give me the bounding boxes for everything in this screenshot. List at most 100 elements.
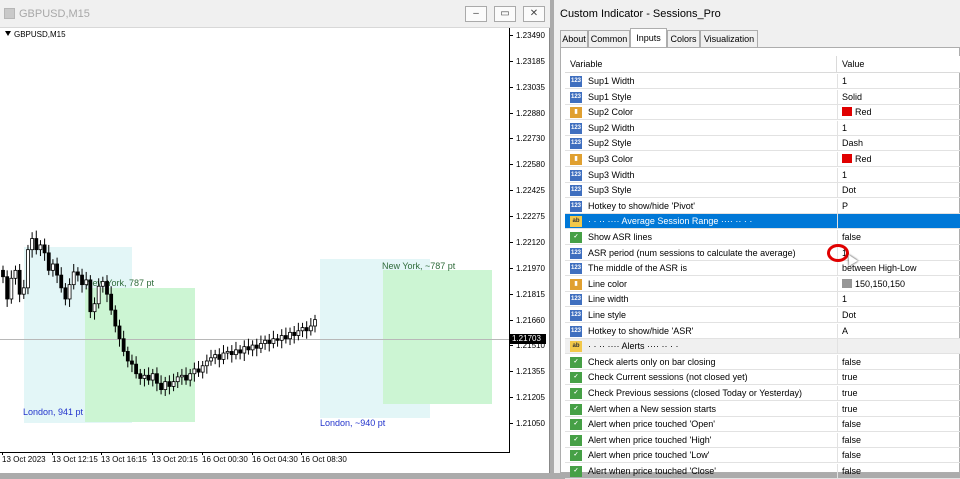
input-row[interactable]: 123 Sup2 Style Dash	[565, 136, 960, 152]
input-value-cell[interactable]: true	[837, 370, 960, 386]
input-value-cell[interactable]: Dot	[837, 183, 960, 199]
input-row[interactable]: 123 Line width 1	[565, 292, 960, 308]
input-value-cell[interactable]: false	[837, 417, 960, 433]
color-swatch	[842, 107, 852, 117]
input-variable-name: · · ·· ···· Alerts ···· ·· · ·	[588, 341, 679, 352]
indicator-dialog[interactable]: Custom Indicator - Sessions_Pro About Co…	[554, 0, 960, 479]
input-value-cell[interactable]: true	[837, 401, 960, 417]
chart-window[interactable]: GBPUSD,M15 ‒ ▭ ✕ New York, 787 pt New Yo…	[0, 0, 550, 473]
candle	[138, 373, 143, 379]
symbol-label: GBPUSD,M15	[5, 30, 66, 39]
input-row[interactable]: ab · · ·· ···· Alerts ···· ·· · ·	[565, 339, 960, 355]
close-button[interactable]: ✕	[523, 6, 545, 22]
candle	[296, 330, 301, 336]
input-value-cell[interactable]: 1	[837, 120, 960, 136]
number-param-icon: 123	[570, 263, 582, 275]
input-value-cell[interactable]: Red	[837, 105, 960, 121]
input-value-cell[interactable]: Solid	[837, 89, 960, 105]
tab-visualization[interactable]: Visualization	[700, 30, 758, 47]
input-row[interactable]: ✓ Alert when price touched 'Open' false	[565, 417, 960, 433]
input-row[interactable]: ✓ Alert when price touched 'Low' false	[565, 448, 960, 464]
input-value: 1	[842, 294, 848, 305]
input-value-cell[interactable]: 1	[837, 74, 960, 89]
input-value-cell[interactable]: A	[837, 323, 960, 339]
input-row[interactable]: ✓ Alert when price touched 'High' false	[565, 432, 960, 448]
chart-window-icon	[4, 8, 15, 19]
minimize-button[interactable]: ‒	[465, 6, 487, 22]
input-row[interactable]: 123 Sup3 Width 1	[565, 167, 960, 183]
input-row[interactable]: ▮ Line color 150,150,150	[565, 276, 960, 292]
value-column-header[interactable]: Value	[837, 56, 864, 73]
input-value-cell[interactable]: Dot	[837, 308, 960, 323]
candle	[5, 276, 10, 300]
input-value-cell[interactable]: false	[837, 432, 960, 448]
candle	[46, 252, 51, 271]
input-row[interactable]: ✓ Check Previous sessions (closed Today o…	[565, 386, 960, 401]
restore-button[interactable]: ▭	[494, 6, 516, 22]
input-row[interactable]: ab · · ·· ···· Average Session Range ····…	[565, 214, 960, 230]
input-row[interactable]: 123 Sup1 Width 1	[565, 74, 960, 89]
candle	[75, 271, 80, 276]
input-value-cell[interactable]: 1	[837, 292, 960, 308]
input-row[interactable]: 123 Hotkey to show/hide 'ASR' A	[565, 323, 960, 339]
input-row[interactable]: ✓ Alert when a New session starts true	[565, 401, 960, 417]
input-row[interactable]: 123 Sup1 Style Solid	[565, 89, 960, 105]
input-value-cell[interactable]: P	[837, 198, 960, 214]
input-variable-name: ASR period (num sessions to calculate th…	[588, 247, 796, 258]
number-param-icon: 123	[570, 76, 582, 87]
input-value: true	[842, 403, 858, 414]
chart-titlebar[interactable]: GBPUSD,M15 ‒ ▭ ✕	[0, 0, 550, 28]
input-value-cell[interactable]: 150,150,150	[837, 276, 960, 292]
input-row[interactable]: ▮ Sup2 Color Red	[565, 105, 960, 121]
candle	[242, 346, 247, 354]
input-row[interactable]: 123 Hotkey to show/hide 'Pivot' P	[565, 198, 960, 214]
candle	[150, 373, 155, 381]
input-row[interactable]: ✓ Check alerts only on bar closing false	[565, 354, 960, 370]
input-value-cell[interactable]: false	[837, 230, 960, 245]
input-variable-name: Sup2 Width	[588, 122, 635, 133]
input-row[interactable]: ✓ Show ASR lines false	[565, 230, 960, 245]
input-row[interactable]: ▮ Sup3 Color Red	[565, 152, 960, 167]
input-row[interactable]: 123 Line style Dot	[565, 308, 960, 323]
bool-param-icon: ✓	[570, 450, 582, 462]
tab-common[interactable]: Common	[588, 30, 630, 47]
candle	[171, 381, 176, 387]
candle	[88, 279, 93, 313]
input-value-cell[interactable]: Dash	[837, 136, 960, 152]
input-row[interactable]: ✓ Alert when price touched 'Close' false	[565, 464, 960, 479]
time-tick-label: 13 Oct 2023	[2, 455, 46, 464]
input-row[interactable]: 123 ASR period (num sessions to calculate…	[565, 245, 960, 261]
price-tick	[509, 60, 513, 62]
input-value-cell[interactable]: false	[837, 448, 960, 464]
price-chart[interactable]: New York, 787 pt New York, ~787 pt Londo…	[0, 28, 550, 473]
input-value-cell[interactable]	[837, 339, 960, 355]
candle	[229, 351, 234, 356]
number-param-icon: 123	[570, 310, 582, 321]
number-param-icon: 123	[570, 294, 582, 306]
input-row[interactable]: ✓ Check Current sessions (not closed yet)…	[565, 370, 960, 386]
input-row[interactable]: 123 The middle of the ASR is between High-…	[565, 261, 960, 277]
candle	[221, 352, 226, 360]
candle	[217, 354, 222, 360]
input-value-cell[interactable]	[837, 214, 960, 230]
tab-about[interactable]: About	[560, 30, 588, 47]
input-value-cell[interactable]: 1	[837, 167, 960, 183]
input-value-cell[interactable]: between High-Low	[837, 261, 960, 277]
input-value-cell[interactable]: Red	[837, 152, 960, 167]
candle	[34, 238, 39, 251]
tab-colors[interactable]: Colors	[667, 30, 700, 47]
bool-param-icon: ✓	[570, 388, 582, 399]
candle	[80, 274, 84, 286]
variable-column-header[interactable]: Variable	[565, 56, 602, 73]
number-param-icon: 123	[570, 169, 582, 181]
input-value: false	[842, 434, 862, 445]
input-row[interactable]: 123 Sup3 Style Dot	[565, 183, 960, 199]
input-value-cell[interactable]: true	[837, 386, 960, 401]
input-variable-name: Alert when price touched 'High'	[588, 434, 712, 445]
input-value-cell[interactable]: false	[837, 464, 960, 479]
candle	[204, 360, 209, 367]
tab-inputs[interactable]: Inputs	[630, 28, 667, 48]
input-value-cell[interactable]: false	[837, 354, 960, 370]
input-row[interactable]: 123 Sup2 Width 1	[565, 120, 960, 136]
input-variable-name: · · ·· ···· Average Session Range ···· ·…	[588, 216, 753, 227]
